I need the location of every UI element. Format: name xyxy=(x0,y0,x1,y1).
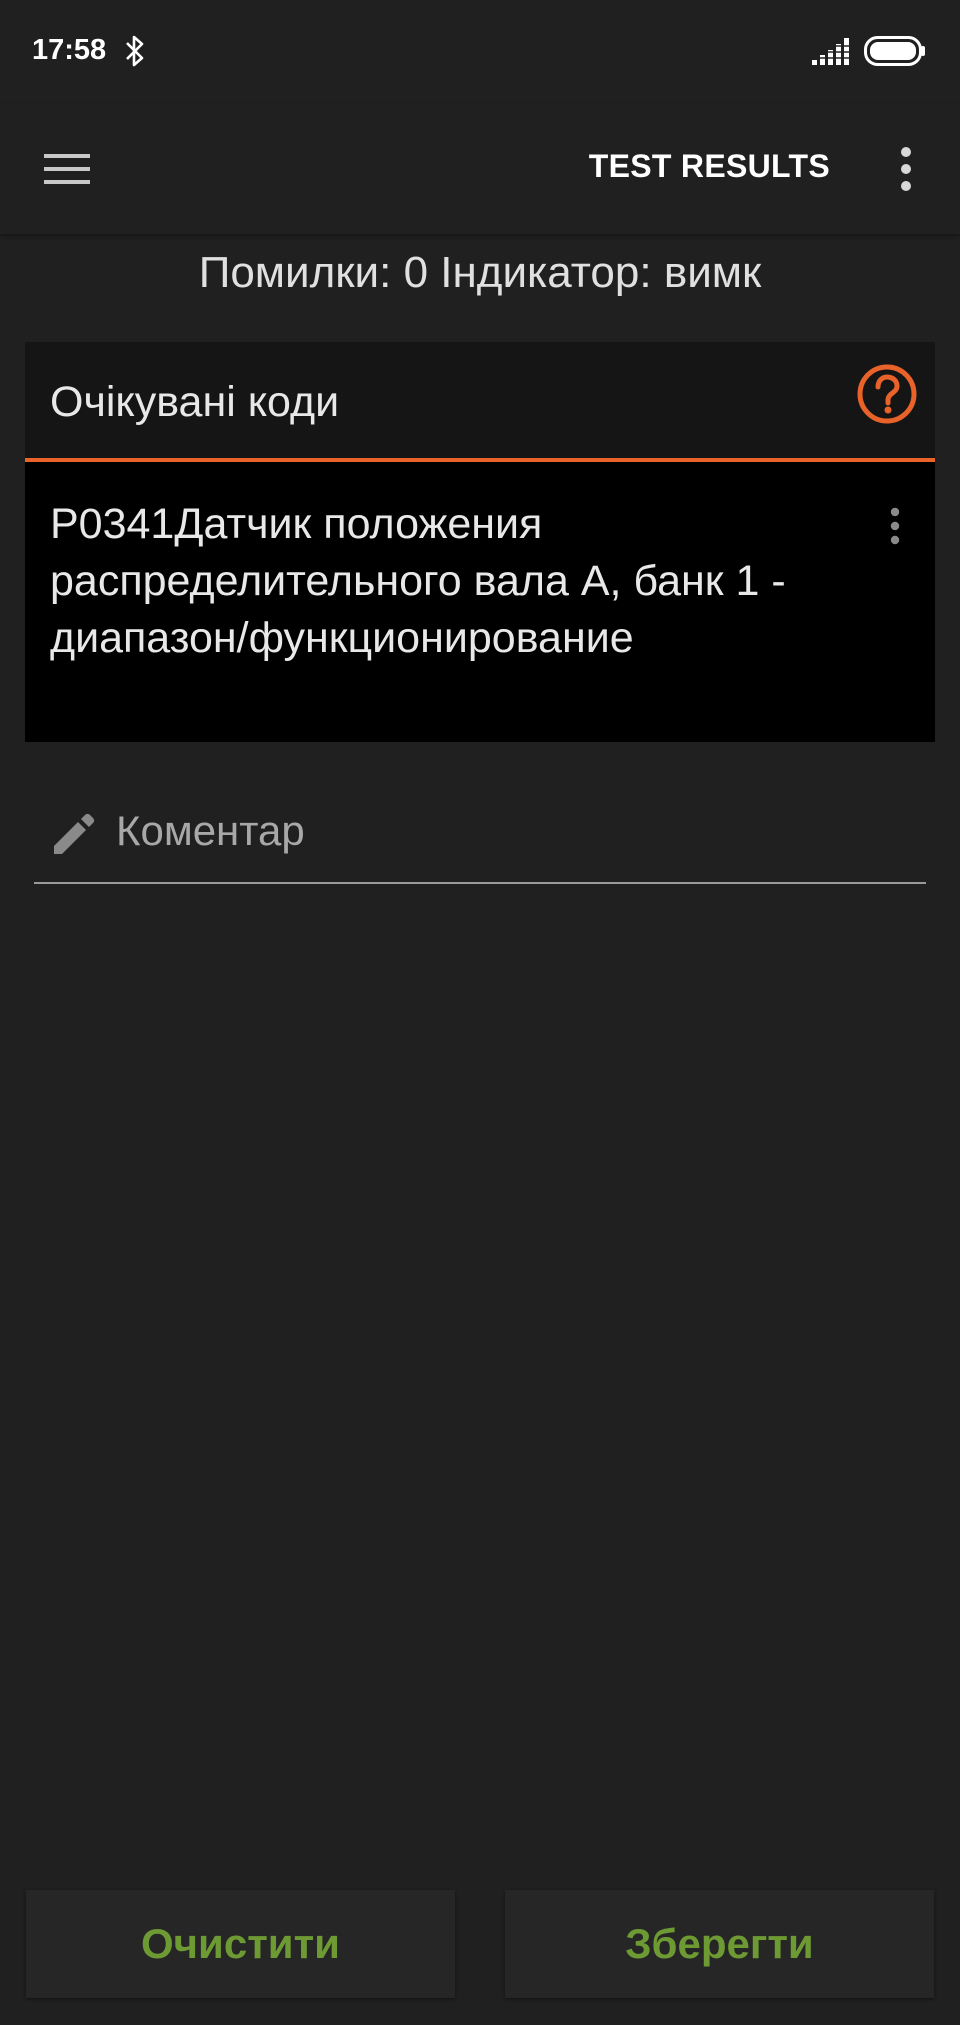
trouble-code-text: P0341Датчик положения распределительного… xyxy=(50,500,786,662)
screen-title[interactable]: TEST RESULTS xyxy=(589,148,830,185)
code-list-item[interactable]: P0341Датчик положения распределительного… xyxy=(25,462,935,742)
pencil-icon xyxy=(54,813,95,854)
status-bar: 17:58 xyxy=(0,0,960,104)
bluetooth-icon xyxy=(126,35,144,67)
battery-icon xyxy=(864,36,925,66)
error-summary: Помилки: 0 Індикатор: вимк xyxy=(198,248,762,297)
expected-codes-card: Очікувані коди P0341Датчик положения рас… xyxy=(25,342,935,742)
status-time: 17:58 xyxy=(32,34,107,66)
comment-input[interactable] xyxy=(114,800,918,862)
item-overflow-icon[interactable] xyxy=(883,506,907,550)
help-circle-icon[interactable] xyxy=(855,362,919,426)
overflow-menu-icon[interactable] xyxy=(888,144,924,194)
comment-field[interactable] xyxy=(34,790,926,884)
expected-codes-header: Очікувані коди xyxy=(25,342,935,462)
clear-button[interactable]: Очистити xyxy=(26,1890,455,1998)
app-bar: TEST RESULTS xyxy=(0,104,960,234)
expected-codes-title: Очікувані коди xyxy=(50,378,340,426)
menu-icon[interactable] xyxy=(40,146,96,192)
signal-icon xyxy=(812,38,850,65)
save-button[interactable]: Зберегти xyxy=(505,1890,934,1998)
